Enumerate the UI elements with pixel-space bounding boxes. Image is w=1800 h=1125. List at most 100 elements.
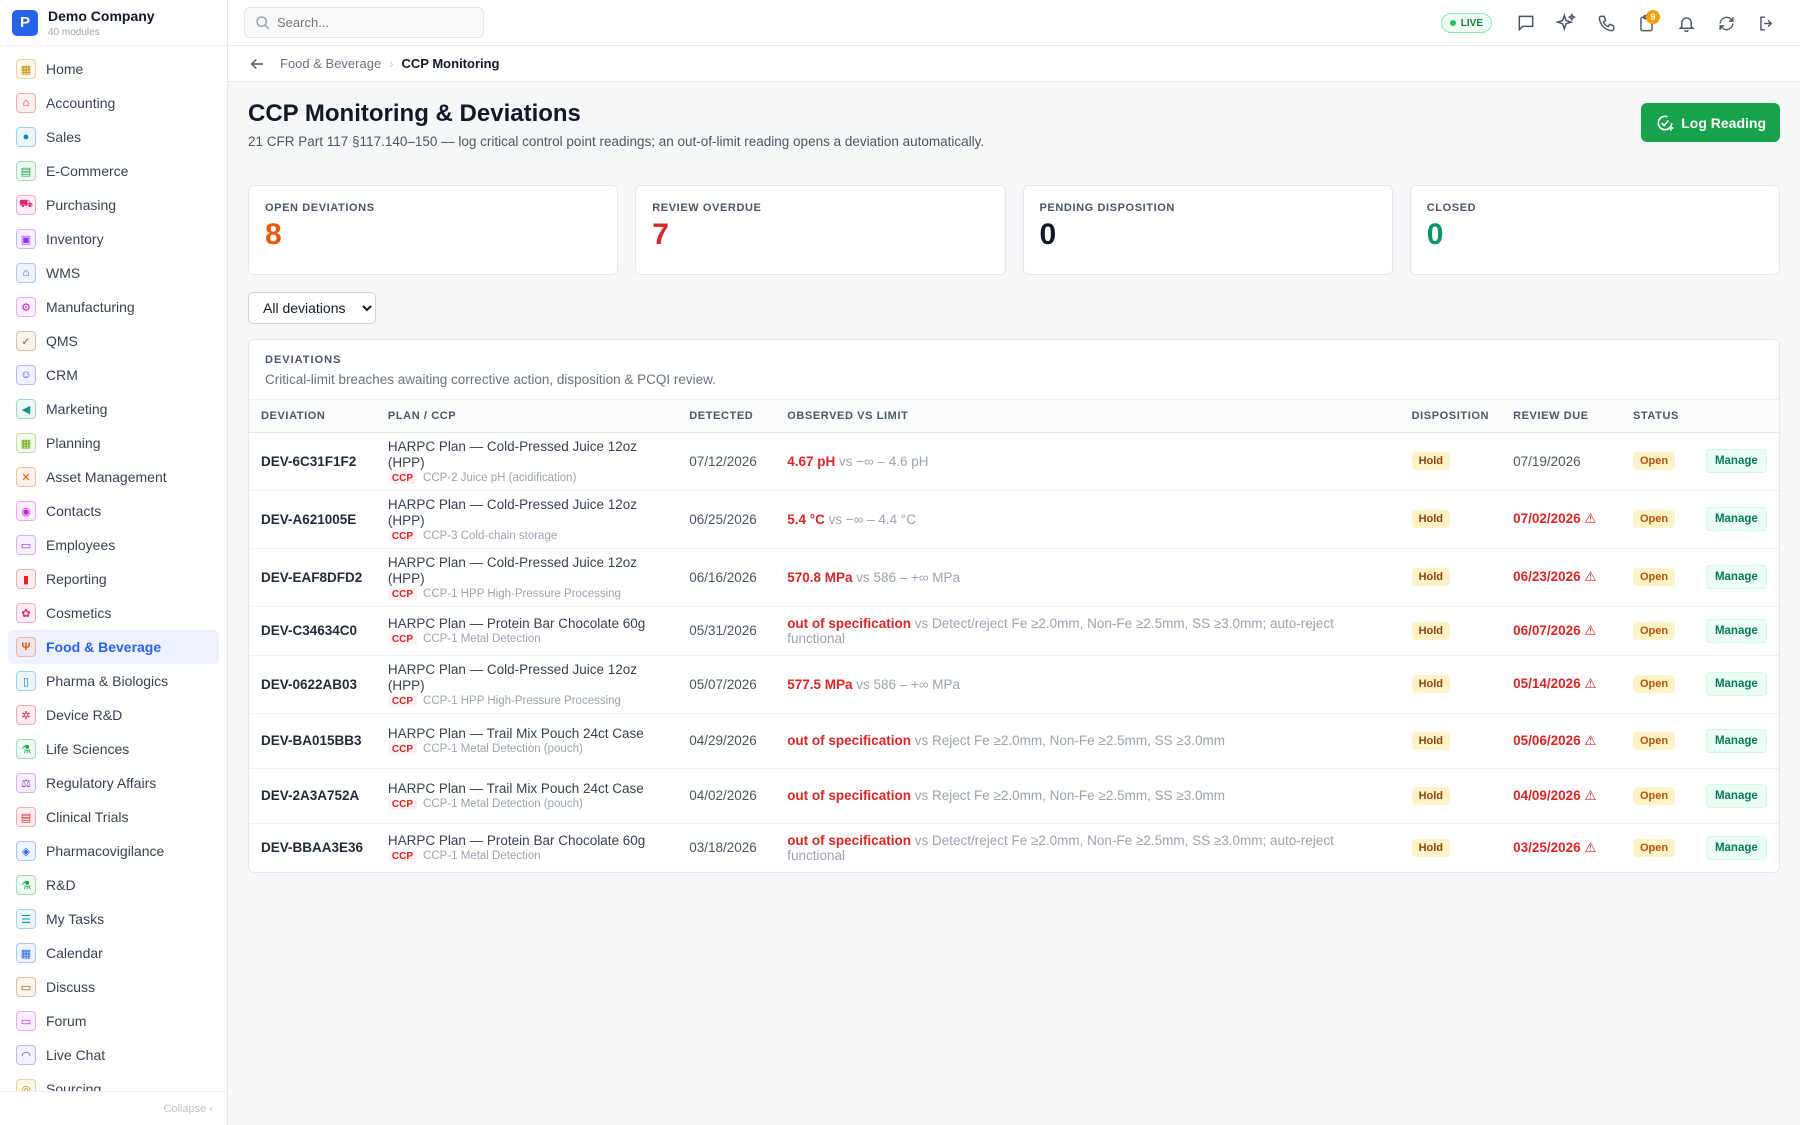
review-due-date: 07/19/2026 (1501, 432, 1621, 491)
manage-button[interactable]: Manage (1705, 449, 1767, 473)
plan-name: HARPC Plan — Cold-Pressed Juice 12oz (HP… (387, 496, 637, 528)
status-badge: Open (1632, 568, 1676, 586)
back-arrow-icon[interactable] (248, 55, 266, 73)
sidebar-item-label: Planning (46, 435, 101, 451)
sidebar-item-label: WMS (46, 265, 81, 281)
sidebar-item-reporting[interactable]: ▮ Reporting (8, 562, 219, 596)
user-icon: ● (16, 127, 36, 147)
ai-button[interactable] (1546, 5, 1586, 41)
observed-cell: out of specification vs Detect/reject Fe… (775, 823, 1399, 872)
sidebar-item-contacts[interactable]: ◉ Contacts (8, 494, 219, 528)
sidebar-item-clinical-trials[interactable]: ▤ Clinical Trials (8, 800, 219, 834)
deviation-cell: DEV-BA015BB3 (249, 713, 376, 769)
sidebar-item-wms[interactable]: ⌂ WMS (8, 256, 219, 290)
sidebar-item-cosmetics[interactable]: ✿ Cosmetics (8, 596, 219, 630)
sidebar-item-label: Inventory (46, 231, 104, 247)
manage-button[interactable]: Manage (1705, 672, 1767, 696)
action-cell: Manage (1693, 713, 1779, 769)
deviation-id[interactable]: DEV-BA015BB3 (261, 733, 364, 748)
sidebar-item-forum[interactable]: ▭ Forum (8, 1004, 219, 1038)
grid-icon: ▦ (16, 59, 36, 79)
cart-icon: ⛟ (16, 195, 36, 215)
critical-limit: vs 586 – +∞ MPa (856, 569, 961, 585)
page-subtitle: 21 CFR Part 117 §117.140–150 — log criti… (248, 134, 985, 149)
sidebar-item-pharmacovigilance[interactable]: ◈ Pharmacovigilance (8, 834, 219, 868)
action-cell: Manage (1693, 768, 1779, 824)
notifications-button[interactable] (1666, 5, 1706, 41)
messages-button[interactable] (1506, 5, 1546, 41)
ccp-name: CCP-3 Cold-chain storage (423, 529, 558, 542)
collapse-button[interactable]: Collapse ‹ (0, 1091, 227, 1125)
critical-limit: vs −∞ – 4.4 °C (828, 511, 917, 527)
ccp-name: CCP-1 HPP High-Pressure Processing (423, 694, 621, 707)
sidebar-item-calendar[interactable]: ▦ Calendar (8, 936, 219, 970)
sidebar-item-manufacturing[interactable]: ⚙ Manufacturing (8, 290, 219, 324)
brand[interactable]: P Demo Company 40 modules (0, 0, 227, 46)
plan-name: HARPC Plan — Trail Mix Pouch 24ct Case (387, 726, 644, 741)
search-input[interactable] (277, 15, 477, 30)
sidebar-item-label: Discuss (46, 979, 96, 995)
sidebar-item-discuss[interactable]: ▭ Discuss (8, 970, 219, 1004)
sidebar-item-sales[interactable]: ● Sales (8, 120, 219, 154)
observed-value: 577.5 MPa (787, 676, 853, 692)
manage-button[interactable]: Manage (1705, 507, 1767, 531)
log-reading-button[interactable]: Log Reading (1641, 103, 1780, 142)
deviation-id[interactable]: DEV-6C31F1F2 (261, 454, 364, 469)
sidebar-item-device-r-d[interactable]: ✲ Device R&D (8, 698, 219, 732)
sidebar-item-e-commerce[interactable]: ▤ E-Commerce (8, 154, 219, 188)
sidebar-item-food-beverage[interactable]: Ψ Food & Beverage (8, 630, 219, 664)
sidebar-item-pharma-biologics[interactable]: ▯ Pharma & Biologics (8, 664, 219, 698)
sidebar-item-label: CRM (46, 367, 78, 383)
sidebar-item-purchasing[interactable]: ⛟ Purchasing (8, 188, 219, 222)
manage-button[interactable]: Manage (1705, 835, 1767, 860)
breadcrumb-parent[interactable]: Food & Beverage (280, 56, 381, 71)
deviation-id[interactable]: DEV-BBAA3E36 (261, 840, 364, 855)
search-box[interactable] (244, 7, 484, 38)
observed-value: out of specification (787, 788, 911, 803)
status-badge: Open (1632, 675, 1676, 693)
detected-date: 06/16/2026 (677, 548, 776, 607)
sidebar-item-asset-management[interactable]: ✕ Asset Management (8, 460, 219, 494)
sync-button[interactable] (1706, 5, 1746, 41)
sidebar-item-accounting[interactable]: ⌂ Accounting (8, 86, 219, 120)
sidebar-item-live-chat[interactable]: ◠ Live Chat (8, 1038, 219, 1072)
ccp-line: CCP CCP-1 HPP High-Pressure Processing (387, 588, 665, 600)
chevron-left-icon: ‹ (209, 1102, 213, 1115)
sidebar-item-inventory[interactable]: ▣ Inventory (8, 222, 219, 256)
deviation-id[interactable]: DEV-0622AB03 (261, 677, 364, 692)
tasks-button[interactable]: 9 (1626, 5, 1666, 41)
sidebar-item-label: My Tasks (46, 911, 105, 927)
logout-button[interactable] (1746, 5, 1786, 41)
sidebar-item-qms[interactable]: ✓ QMS (8, 324, 219, 358)
sidebar-item-crm[interactable]: ☺ CRM (8, 358, 219, 392)
ccp-tag: CCP (387, 530, 418, 542)
sidebar-item-employees[interactable]: ▭ Employees (8, 528, 219, 562)
sidebar-item-marketing[interactable]: ◀ Marketing (8, 392, 219, 426)
deviation-id[interactable]: DEV-EAF8DFD2 (261, 570, 364, 585)
sidebar-item-r-d[interactable]: ⚗ R&D (8, 868, 219, 902)
manage-button[interactable]: Manage (1705, 618, 1767, 643)
sidebar-item-regulatory-affairs[interactable]: ⚖ Regulatory Affairs (8, 766, 219, 800)
phone-button[interactable] (1586, 5, 1626, 41)
deviation-filter-select[interactable]: All deviations (248, 292, 376, 324)
sidebar-item-life-sciences[interactable]: ⚗ Life Sciences (8, 732, 219, 766)
sidebar-item-home[interactable]: ▦ Home (8, 52, 219, 86)
sidebar-item-my-tasks[interactable]: ☰ My Tasks (8, 902, 219, 936)
observed-value: out of specification (787, 733, 911, 748)
manage-button[interactable]: Manage (1705, 783, 1767, 808)
deviation-id[interactable]: DEV-A621005E (261, 512, 364, 527)
notification-count-badge: 9 (1646, 10, 1660, 24)
calendar-icon: ▦ (16, 433, 36, 453)
sidebar-item-planning[interactable]: ▦ Planning (8, 426, 219, 460)
manage-button[interactable]: Manage (1705, 728, 1767, 753)
action-cell: Manage (1694, 823, 1779, 872)
deviation-id[interactable]: DEV-C34634C0 (261, 623, 364, 638)
deviation-id[interactable]: DEV-2A3A752A (261, 788, 364, 803)
ccp-name: CCP-1 Metal Detection (pouch) (423, 743, 583, 755)
sidebar-item-sourcing[interactable]: ◎ Sourcing (8, 1072, 219, 1091)
sidebar-item-label: Manufacturing (46, 299, 135, 315)
disposition-cell: Hold (1399, 713, 1502, 769)
manage-button[interactable]: Manage (1705, 565, 1767, 589)
observed-cell: out of specification vs Detect/reject Fe… (775, 606, 1400, 656)
sidebar-item-label: E-Commerce (46, 163, 129, 179)
